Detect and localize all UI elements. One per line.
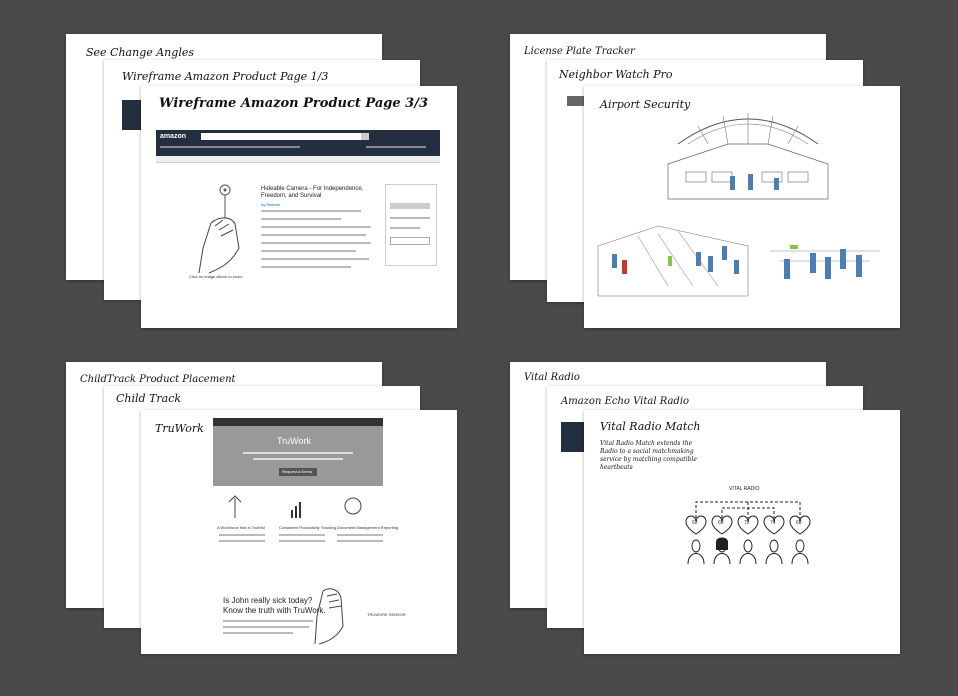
feature-text	[279, 540, 325, 542]
sheet-title: Wireframe Amazon Product Page 1/3	[122, 70, 329, 83]
product-brand[interactable]: by Rekone	[261, 202, 280, 207]
feature-text	[337, 540, 383, 542]
product-detail-line	[261, 226, 371, 228]
buy-box-line	[390, 227, 420, 229]
sheet-title: Amazon Echo Vital Radio	[561, 396, 690, 407]
sheet-title: Vital Radio Match	[600, 420, 701, 433]
amazon-account-links	[366, 146, 426, 148]
amazon-search-button[interactable]	[361, 133, 369, 140]
feature-title: Consistent Productivity Tracking	[279, 525, 336, 530]
sheet-title: Wireframe Amazon Product Page 3/3	[159, 96, 429, 111]
product-detail-line	[261, 234, 366, 236]
sheet-airport-security: Airport Security	[584, 86, 900, 328]
truwork-hero: TruWork Request a Demo	[213, 426, 383, 486]
truwork-hero-title: TruWork	[277, 436, 312, 446]
request-demo-label: Request a Demo	[282, 469, 313, 474]
heart-match-diagram	[685, 501, 811, 565]
feature-icons-row	[228, 495, 362, 518]
amazon-navbar: amazon	[156, 130, 440, 156]
hand-with-sensor-sketch	[314, 588, 344, 645]
heart-rate: 60	[718, 520, 724, 526]
feature-text	[337, 534, 383, 536]
sensor-label: TRUWORK SENSOR	[367, 612, 406, 617]
heart-rate: 74	[770, 520, 776, 526]
sheet-title: ChildTrack Product Placement	[80, 374, 236, 385]
truwork-navbar	[213, 418, 383, 426]
headline-body	[223, 632, 293, 634]
center-label: VITAL RADIO	[729, 486, 760, 492]
truwork-headline: Know the truth with TruWork.	[223, 606, 326, 615]
amazon-header-strip	[561, 422, 585, 452]
hero-subtitle-line	[243, 452, 353, 454]
sheet-wireframe-3: Wireframe Amazon Product Page 3/3 amazon…	[141, 86, 457, 328]
feature-title: A Workforce that is Truthful	[217, 525, 265, 530]
truwork-headline: Is John really sick today?	[223, 596, 313, 605]
product-detail-line	[261, 210, 361, 212]
amazon-search-input[interactable]	[201, 133, 361, 140]
sheet-title: See Change Angles	[86, 46, 194, 59]
ship-to-select[interactable]	[390, 237, 430, 245]
baggage-claim-sketch	[770, 245, 880, 279]
heart-rate: 62	[692, 520, 698, 526]
buy-box	[385, 184, 437, 266]
product-title: Hideable Camera - For Independence, Free…	[261, 186, 364, 199]
image-caption: Click on image above to zoom	[189, 274, 243, 279]
product-detail-line	[261, 242, 371, 244]
hero-subtitle-line	[253, 458, 343, 460]
sheet-title: Vital Radio	[524, 372, 580, 383]
sheet-title: Child Track	[116, 392, 182, 405]
airport-terminal-sketch	[667, 113, 829, 200]
feature-text	[219, 534, 265, 536]
buy-box-line	[390, 217, 430, 219]
amazon-nav-links	[160, 146, 300, 148]
sheet-title: TruWork	[155, 422, 204, 435]
headline-body	[223, 620, 313, 622]
headline-body	[223, 626, 309, 628]
add-to-cart-button[interactable]	[390, 203, 430, 209]
product-detail-line	[261, 218, 341, 220]
heart-rate: 72	[744, 520, 750, 526]
sheet-truwork: TruWork TruWork Request a Demo A Workfor…	[141, 410, 457, 654]
feature-text	[219, 540, 265, 542]
sheet-title: Neighbor Watch Pro	[559, 68, 673, 81]
amazon-logo: amazon	[160, 133, 187, 140]
amazon-subnav	[156, 156, 440, 163]
product-detail-line	[261, 258, 369, 260]
request-demo-button[interactable]: Request a Demo	[279, 468, 317, 476]
sheet-title: License Plate Tracker	[524, 46, 635, 57]
security-checkpoint-sketch	[597, 225, 749, 297]
hand-holding-camera-sketch	[198, 184, 240, 274]
description: Vital Radio Match extends the Radio to a…	[600, 440, 697, 471]
sheet-vital-radio-match: Vital Radio Match Vital Radio Match exte…	[584, 410, 900, 654]
product-detail-line	[261, 250, 356, 252]
product-detail-line	[261, 266, 351, 268]
storyboard-canvas: { "groups": { "top_left": { "back_title"…	[0, 0, 958, 696]
feature-text	[279, 534, 325, 536]
heart-rate: 68	[796, 520, 802, 526]
feature-title: Document Management Reporting	[337, 525, 399, 530]
